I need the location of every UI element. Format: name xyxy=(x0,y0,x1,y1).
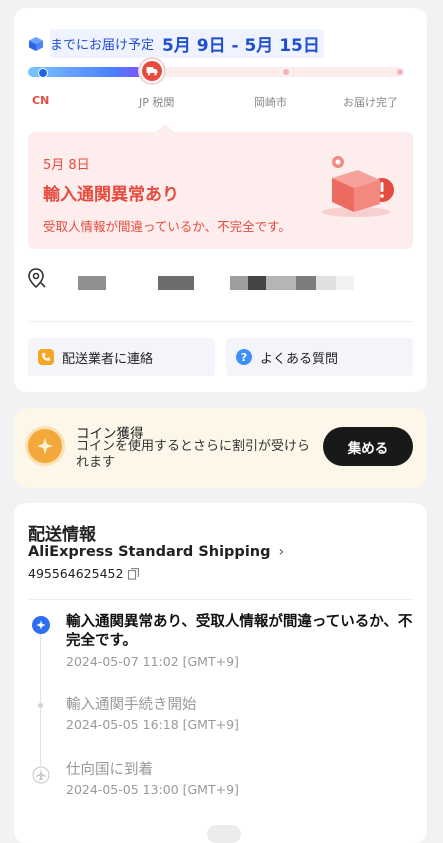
address-redacted xyxy=(78,276,106,290)
faq-label: よくある質問 xyxy=(260,351,339,367)
eta-prefix: までにお届け予定 xyxy=(50,38,155,53)
carrier-name: AliExpress Standard Shipping xyxy=(28,544,271,560)
tracking-row: 495564625452 xyxy=(28,566,140,581)
event-time: 2024-05-07 11:02 [GMT+9] xyxy=(66,654,239,669)
package-warning-icon xyxy=(316,150,396,220)
progress-current-marker xyxy=(140,59,164,83)
scroll-handle[interactable] xyxy=(207,825,241,843)
address-redacted xyxy=(336,276,354,290)
copy-icon[interactable] xyxy=(128,568,140,580)
divider xyxy=(28,321,413,322)
delivery-progress-bar xyxy=(28,59,403,83)
stage-cn: CN xyxy=(32,94,50,107)
timeline-line xyxy=(40,628,41,773)
timeline-dot xyxy=(38,703,43,708)
package-icon xyxy=(28,36,44,52)
chevron-right-icon: › xyxy=(278,544,285,560)
carrier-link[interactable]: AliExpress Standard Shipping › xyxy=(28,544,284,560)
event-title: 輸入通関異常あり、受取人情報が間違っているか、不完全です。 xyxy=(66,614,413,649)
eta-label: までにお届け予定 5月 9日 - 5月 15日 xyxy=(50,29,324,58)
progress-start-dot xyxy=(38,68,48,78)
event-time: 2024-05-05 16:18 [GMT+9] xyxy=(66,717,239,732)
stage-jp-customs: JP 税関 xyxy=(139,96,175,109)
eta-row: までにお届け予定 5月 9日 - 5月 15日 xyxy=(28,29,324,58)
plane-icon xyxy=(32,766,50,784)
truck-icon xyxy=(142,61,162,81)
current-event-icon xyxy=(32,616,50,634)
address-redacted xyxy=(266,276,296,290)
event-title: 輸入通関手続き開始 xyxy=(66,697,197,713)
coin-description: コインを使用するとさらに割引が受けられます xyxy=(76,439,311,470)
stage-city: 岡崎市 xyxy=(254,96,287,109)
address-redacted xyxy=(296,276,316,290)
divider xyxy=(28,599,413,600)
phone-icon xyxy=(38,349,54,365)
customs-alert[interactable]: 5月 8日 輸入通関異常あり 受取人情報が間違っているか、不完全です。 xyxy=(28,132,413,249)
event-time: 2024-05-05 13:00 [GMT+9] xyxy=(66,782,239,797)
contact-carrier-button[interactable]: 配送業者に連絡 xyxy=(28,338,215,376)
shipping-title: 配送情報 xyxy=(28,525,96,545)
help-icon: ? xyxy=(236,349,252,365)
delivery-card: までにお届け予定 5月 9日 - 5月 15日 CN JP 税関 岡崎市 お届け… xyxy=(14,8,427,392)
address-redacted xyxy=(248,276,266,290)
progress-dot-city xyxy=(283,69,289,75)
shipping-info-card: 配送情報 AliExpress Standard Shipping › 4955… xyxy=(14,503,427,843)
tracking-number: 495564625452 xyxy=(28,566,124,581)
contact-carrier-label: 配送業者に連絡 xyxy=(62,351,154,367)
alert-date: 5月 8日 xyxy=(43,158,90,173)
eta-date-range: 5月 9日 - 5月 15日 xyxy=(162,36,320,56)
address-redacted xyxy=(158,276,194,290)
delivery-address[interactable] xyxy=(28,266,413,290)
coin-promo-card: コイン獲得 コインを使用するとさらに割引が受けられます 集める xyxy=(14,408,427,488)
coin-icon xyxy=(28,429,62,463)
progress-dot-delivered xyxy=(397,69,403,75)
faq-button[interactable]: ? よくある質問 xyxy=(226,338,413,376)
alert-subtitle: 受取人情報が間違っているか、不完全です。 xyxy=(43,219,291,234)
address-redacted xyxy=(316,276,336,290)
address-redacted xyxy=(230,276,248,290)
collect-coins-button[interactable]: 集める xyxy=(323,427,413,466)
location-pin-icon xyxy=(28,268,48,294)
event-title: 仕向国に到着 xyxy=(66,762,153,778)
alert-title: 輸入通関異常あり xyxy=(43,185,179,205)
stage-delivered: お届け完了 xyxy=(343,96,398,109)
